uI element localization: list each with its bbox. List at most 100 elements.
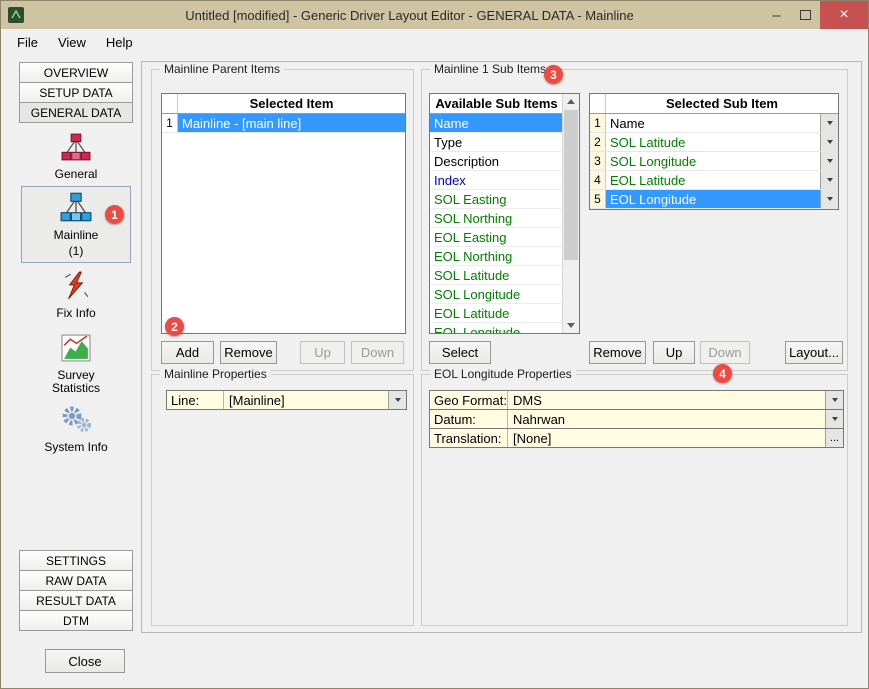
network-blue-icon	[60, 191, 92, 226]
menubar: File View Help	[1, 29, 868, 55]
selected-sub-item-row[interactable]: 1 Name	[590, 114, 838, 133]
remove-sub-button[interactable]: Remove	[589, 341, 646, 364]
layout-button[interactable]: Layout...	[785, 341, 843, 364]
groupbox-title: Mainline 1 Sub Items	[430, 62, 550, 76]
sidebar-button-general-data[interactable]: GENERAL DATA	[19, 102, 133, 123]
sub-item-label: EOL Longitude	[606, 190, 820, 208]
down-sub-button[interactable]: Down	[700, 341, 750, 364]
selected-sub-item-row[interactable]: 3 SOL Longitude	[590, 152, 838, 171]
maximize-icon	[800, 10, 811, 20]
gears-icon	[60, 405, 92, 438]
geo-format-row: Geo Format: DMS	[430, 391, 843, 410]
sidebar-item-fix-info[interactable]: Fix Info	[21, 267, 131, 323]
list-item[interactable]: SOL Easting	[430, 190, 563, 209]
mainline-properties-grid: Line: [Mainline]	[166, 390, 407, 410]
eol-properties-grid: Geo Format: DMS Datum: Nahrwan Translati…	[429, 390, 844, 448]
scroll-up-icon[interactable]	[563, 94, 579, 109]
select-button[interactable]: Select	[429, 341, 491, 364]
row-combo-button[interactable]	[820, 171, 838, 189]
selected-sub-item-row[interactable]: 4 EOL Latitude	[590, 171, 838, 190]
available-sub-items-list: Available Sub Items Name Type Descriptio…	[429, 93, 580, 334]
chevron-down-icon	[395, 398, 401, 402]
row-combo-button[interactable]	[820, 133, 838, 151]
menu-view[interactable]: View	[48, 32, 96, 53]
list-item[interactable]: SOL Northing	[430, 209, 563, 228]
datum-combo-button[interactable]	[825, 410, 843, 428]
annotation-badge-2: 2	[165, 317, 184, 336]
chevron-down-icon	[832, 417, 838, 421]
close-window-button[interactable]: ×	[820, 1, 868, 29]
maximize-button[interactable]	[791, 1, 820, 29]
chevron-down-icon	[827, 140, 833, 144]
nav-label-mainline: Mainline	[37, 229, 115, 242]
sidebar-button-settings[interactable]: SETTINGS	[19, 550, 133, 571]
translation-value[interactable]: [None]	[508, 429, 825, 447]
row-number: 3	[590, 152, 606, 170]
translation-row: Translation: [None] ...	[430, 429, 843, 448]
row-number-header	[590, 94, 606, 113]
sub-item-label: SOL Longitude	[606, 152, 820, 170]
line-combo-button[interactable]	[388, 391, 406, 409]
sidebar-item-survey-statistics[interactable]: Survey Statistics	[21, 329, 131, 399]
list-item[interactable]: EOL Northing	[430, 247, 563, 266]
list-item[interactable]: EOL Longitude	[430, 323, 563, 333]
datum-value[interactable]: Nahrwan	[508, 410, 825, 428]
nav-label-fix-info: Fix Info	[37, 307, 115, 320]
window-controls: – ×	[762, 1, 868, 29]
chevron-down-icon	[827, 197, 833, 201]
list-item[interactable]: Type	[430, 133, 563, 152]
sub-item-label: SOL Latitude	[606, 133, 820, 151]
list-item[interactable]: SOL Longitude	[430, 285, 563, 304]
chevron-down-icon	[827, 121, 833, 125]
sidebar-item-general[interactable]: General	[21, 128, 131, 186]
sidebar-button-overview[interactable]: OVERVIEW	[19, 62, 133, 83]
network-red-icon	[61, 132, 91, 165]
row-number: 1	[590, 114, 606, 132]
selected-sub-item-row[interactable]: 5 EOL Longitude	[590, 190, 838, 209]
add-button[interactable]: Add	[161, 341, 214, 364]
minimize-button[interactable]: –	[762, 1, 791, 29]
translation-label: Translation:	[430, 429, 508, 447]
annotation-badge-1: 1	[105, 205, 124, 224]
sidebar-button-raw-data[interactable]: RAW DATA	[19, 570, 133, 591]
sidebar-button-dtm[interactable]: DTM	[19, 610, 133, 631]
sidebar-button-result-data[interactable]: RESULT DATA	[19, 590, 133, 611]
list-item[interactable]: EOL Latitude	[430, 304, 563, 323]
selected-sub-item-row[interactable]: 2 SOL Latitude	[590, 133, 838, 152]
scrollbar-thumb[interactable]	[564, 110, 578, 260]
scrollbar[interactable]	[562, 94, 579, 333]
lightning-icon	[61, 271, 91, 304]
sidebar-item-system-info[interactable]: System Info	[21, 401, 131, 461]
row-combo-button[interactable]	[820, 114, 838, 132]
sidebar-button-setup-data[interactable]: SETUP DATA	[19, 82, 133, 103]
parent-table-header: Selected Item	[162, 94, 405, 114]
list-item[interactable]: SOL Latitude	[430, 266, 563, 285]
menu-file[interactable]: File	[7, 32, 48, 53]
list-item[interactable]: Description	[430, 152, 563, 171]
line-value[interactable]: [Mainline]	[224, 391, 388, 409]
available-sub-items-header: Available Sub Items	[430, 94, 563, 114]
translation-ellipsis-button[interactable]: ...	[825, 429, 843, 447]
list-item[interactable]: Index	[430, 171, 563, 190]
window-title: Untitled [modified] - Generic Driver Lay…	[61, 8, 758, 23]
down-parent-button[interactable]: Down	[351, 341, 404, 364]
selected-sub-item-header: Selected Sub Item	[606, 94, 838, 113]
parent-item-row[interactable]: 1 Mainline - [main line]	[162, 114, 405, 133]
nav-label-survey-statistics: Survey Statistics	[37, 369, 115, 395]
row-number: 1	[162, 114, 178, 132]
up-sub-button[interactable]: Up	[653, 341, 695, 364]
row-combo-button[interactable]	[820, 152, 838, 170]
geo-format-label: Geo Format:	[430, 391, 508, 409]
list-item[interactable]: Name	[430, 114, 563, 133]
menu-help[interactable]: Help	[96, 32, 143, 53]
close-button[interactable]: Close	[45, 649, 125, 673]
up-parent-button[interactable]: Up	[300, 341, 345, 364]
row-combo-button[interactable]	[820, 190, 838, 208]
scroll-down-icon[interactable]	[563, 318, 579, 333]
geo-format-combo-button[interactable]	[825, 391, 843, 409]
available-sub-items-body: Name Type Description Index SOL Easting …	[430, 114, 563, 333]
sidebar-item-mainline[interactable]: Mainline (1)	[21, 186, 131, 263]
list-item[interactable]: EOL Easting	[430, 228, 563, 247]
geo-format-value[interactable]: DMS	[508, 391, 825, 409]
remove-parent-button[interactable]: Remove	[220, 341, 277, 364]
